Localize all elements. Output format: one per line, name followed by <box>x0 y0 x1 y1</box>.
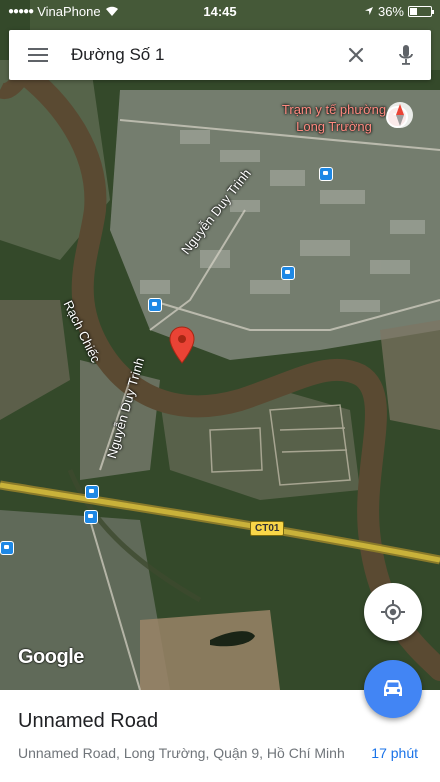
place-title: Unnamed Road <box>18 710 159 732</box>
wifi-icon <box>105 4 119 19</box>
place-address: Unnamed Road, Long Trường, Quận 9, Hồ Ch… <box>18 745 345 761</box>
menu-button[interactable] <box>9 30 67 80</box>
travel-time[interactable]: 17 phút <box>371 745 418 761</box>
bus-stop-icon[interactable] <box>148 298 162 312</box>
compass-icon[interactable] <box>385 100 415 130</box>
search-bar[interactable]: Đường Số 1 <box>9 30 431 80</box>
status-left: ●●●●● VinaPhone <box>8 4 119 19</box>
bus-stop-icon[interactable] <box>281 266 295 280</box>
close-icon <box>348 47 364 63</box>
voice-search-button[interactable] <box>381 30 431 80</box>
battery-icon <box>408 5 434 17</box>
bus-stop-icon[interactable] <box>319 167 333 181</box>
hamburger-menu-icon <box>28 48 48 62</box>
bus-stop-icon[interactable] <box>0 541 14 555</box>
highway-shield: CT01 <box>250 521 285 536</box>
microphone-icon <box>399 45 413 65</box>
location-arrow-icon <box>364 4 374 19</box>
battery-percent: 36% <box>377 3 404 19</box>
my-location-icon <box>381 600 405 624</box>
signal-strength-icon: ●●●●● <box>8 5 34 17</box>
carrier-name: VinaPhone <box>37 3 101 19</box>
car-icon <box>384 680 402 696</box>
status-right: 36% <box>364 3 434 19</box>
location-pin-icon[interactable] <box>169 326 195 364</box>
poi-label[interactable]: Trạm y tế phường Long Trường <box>278 101 390 135</box>
my-location-button[interactable] <box>364 583 422 641</box>
search-query[interactable]: Đường Số 1 <box>67 45 331 65</box>
battery-fill <box>410 7 418 15</box>
poi-name: Trạm y tế phường Long Trường <box>281 102 387 134</box>
bus-stop-icon[interactable] <box>85 485 99 499</box>
status-bar: ●●●●● VinaPhone 14:45 36% <box>0 0 440 22</box>
bus-stop-icon[interactable] <box>84 510 98 524</box>
google-logo: Google <box>18 646 84 668</box>
directions-button[interactable] <box>364 660 422 718</box>
clear-search-button[interactable] <box>331 30 381 80</box>
